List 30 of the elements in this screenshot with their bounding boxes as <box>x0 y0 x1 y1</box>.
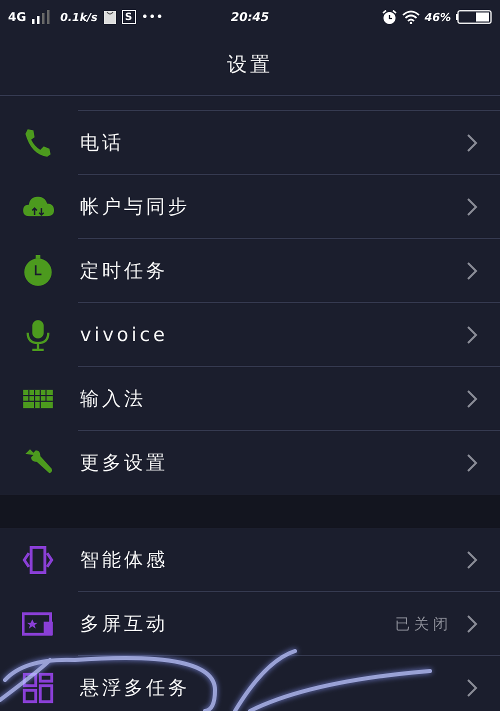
network-type: 4G <box>8 10 26 24</box>
chevron-icon <box>466 453 478 473</box>
setting-label[interactable]: 定时任务 <box>80 258 466 284</box>
page-title: 设置 <box>227 51 273 78</box>
bag-icon <box>104 10 116 24</box>
chevron-icon <box>466 389 478 409</box>
chevron-icon <box>466 678 478 698</box>
setting-label[interactable]: 悬浮多任务 <box>80 675 466 701</box>
setting-label[interactable]: 多屏互动 <box>80 611 395 637</box>
chevron-icon <box>466 197 478 217</box>
setting-label[interactable]: 帐户与同步 <box>80 194 466 220</box>
chevron-icon <box>466 261 478 281</box>
setting-label[interactable]: 电话 <box>80 130 466 156</box>
chevron-icon <box>466 133 478 153</box>
battery-icon <box>456 10 492 24</box>
setting-label[interactable]: 输入法 <box>80 386 466 412</box>
setting-label[interactable]: vivoice <box>80 324 466 346</box>
setting-label[interactable]: 智能体感 <box>80 547 466 573</box>
wifi-icon <box>402 10 420 24</box>
more-icon: ••• <box>142 12 164 22</box>
network-speed: 0.1k/s <box>60 10 98 24</box>
chevron-icon <box>466 614 478 634</box>
setting-value: 已关闭 <box>395 614 452 634</box>
chevron-icon <box>466 550 478 570</box>
notification-icon: S <box>122 10 136 24</box>
setting-label[interactable]: 更多设置 <box>80 450 466 476</box>
clock: 20:45 <box>230 10 270 24</box>
battery-level: 46% <box>424 10 452 24</box>
alarm-icon <box>382 10 397 24</box>
chevron-icon <box>466 325 478 345</box>
